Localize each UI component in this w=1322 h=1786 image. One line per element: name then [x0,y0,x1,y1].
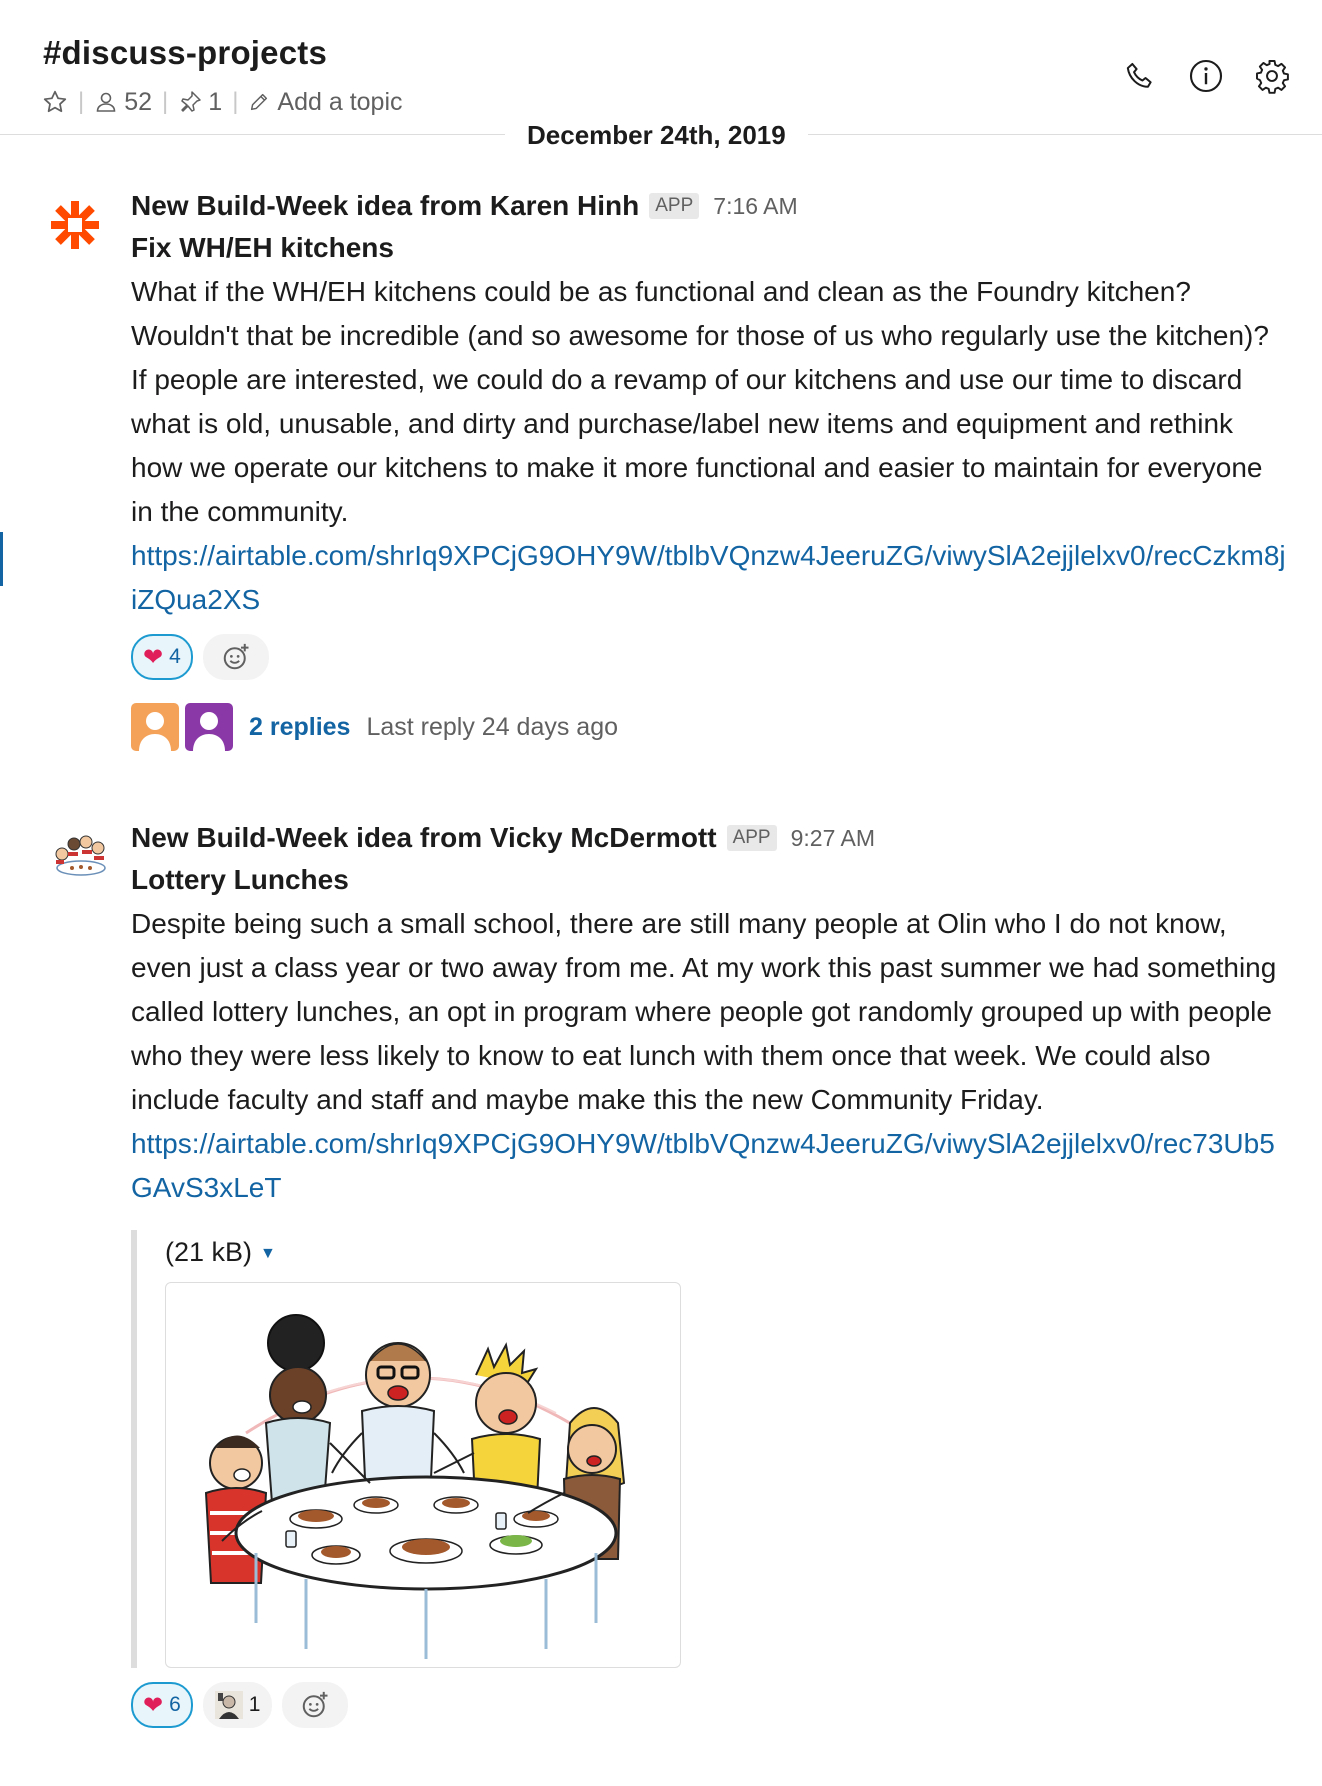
add-topic-label: Add a topic [277,87,403,116]
avatar[interactable] [48,824,114,890]
info-icon[interactable] [1186,56,1226,96]
message-paragraph: Despite being such a small school, there… [131,908,1277,1115]
add-reaction-button[interactable] [282,1682,349,1728]
message-content: New Build-Week idea from Vicky McDermott… [131,818,1291,1728]
reactions-bar: ❤ 6 1 [131,1682,1291,1728]
reaction-count: 1 [248,1693,261,1716]
message-title: Fix WH/EH kitchens [131,232,394,263]
airtable-link[interactable]: https://airtable.com/shrIq9XPCjG9OHY9W/t… [131,534,1291,622]
add-emoji-icon [303,1691,328,1718]
channel-name[interactable]: #discuss-projects [43,34,327,72]
channel-meta: | 52 | 1 | Add a topic [42,84,403,120]
heart-icon: ❤ [143,643,164,671]
message-content: New Build-Week idea from Karen Hinh APP … [131,186,1291,752]
reaction-count: 4 [169,645,181,668]
pin-icon [181,91,202,112]
members-button[interactable]: 52 [94,88,152,117]
message-paragraph: If people are interested, we could do a … [131,364,1263,527]
app-badge: APP [726,825,777,851]
caret-down-icon: ▼ [260,1244,276,1262]
heart-reaction[interactable]: ❤ 4 [131,634,193,680]
reaction-count: 6 [169,1693,181,1716]
pencil-icon [251,93,268,111]
heart-reaction[interactable]: ❤ 6 [131,1682,193,1728]
attachment-size-toggle[interactable]: (21 kB) ▼ [165,1230,1291,1274]
header-actions [1120,56,1292,96]
lunch-table-illustration[interactable] [165,1282,681,1668]
separator: | [232,88,239,115]
custom-emoji-reaction[interactable]: 1 [202,1682,273,1728]
star-icon[interactable] [42,89,68,115]
airtable-link[interactable]: https://airtable.com/shrIq9XPCjG9OHY9W/t… [131,1122,1291,1210]
reactions-bar: ❤ 4 [131,634,1291,680]
add-emoji-icon [223,643,249,670]
zapier-icon[interactable] [48,198,110,260]
add-topic-button[interactable]: Add a topic [248,87,403,117]
gear-icon[interactable] [1252,56,1292,96]
date-divider[interactable]: December 24th, 2019 [505,117,808,153]
message-paragraph: What if the WH/EH kitchens could be as f… [131,276,1269,351]
separator: | [78,88,85,115]
message-header: New Build-Week idea from Karen Hinh APP … [131,186,1291,226]
pin-count: 1 [208,87,223,116]
sender-name[interactable]: New Build-Week idea from Vicky McDermott [131,822,717,854]
replies-link[interactable]: 2 replies [249,713,350,742]
timestamp[interactable]: 9:27 AM [791,825,875,852]
person-icon [96,92,116,112]
avatar [131,703,179,751]
member-count: 52 [124,87,153,116]
attachment-size: (21 kB) [165,1237,253,1267]
heart-icon: ❤ [143,1691,164,1719]
custom-emoji-icon [214,1691,243,1719]
pins-button[interactable]: 1 [178,88,222,117]
avatar [185,703,233,751]
sender-name[interactable]: New Build-Week idea from Karen Hinh [131,190,639,222]
unread-marker [0,532,3,586]
timestamp[interactable]: 7:16 AM [713,193,797,220]
message-title: Lottery Lunches [131,864,349,895]
message-header: New Build-Week idea from Vicky McDermott… [131,818,1291,858]
phone-icon[interactable] [1120,56,1160,96]
thread-summary[interactable]: 2 replies Last reply 24 days ago [131,702,1291,752]
last-reply-text: Last reply 24 days ago [366,712,619,741]
channel-header: #discuss-projects | 52 | 1 | Add a topic [0,0,1322,136]
add-reaction-button[interactable] [202,634,269,680]
image-attachment: (21 kB) ▼ [131,1230,1291,1668]
separator: | [162,88,169,115]
app-badge: APP [649,193,700,219]
